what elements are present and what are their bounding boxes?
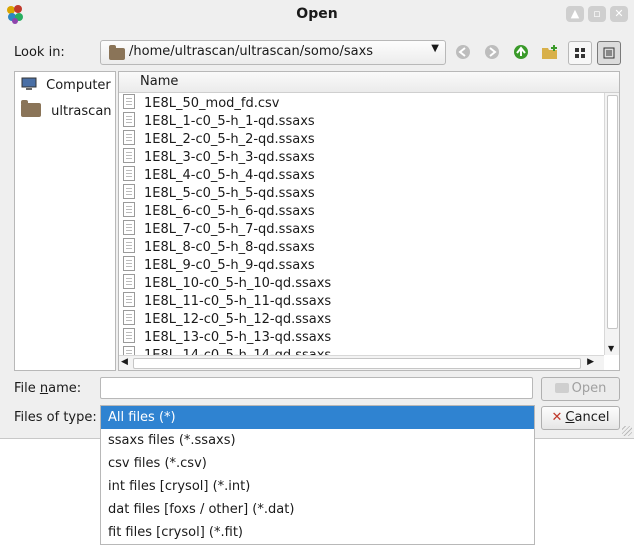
chevron-down-icon: ▼	[431, 43, 439, 54]
folder-icon	[21, 100, 41, 117]
scroll-down-icon[interactable]: ▼	[608, 344, 614, 353]
sidebar-item-label: ultrascan	[51, 104, 112, 119]
file-rows: 1E8L_50_mod_fd.csv 1E8L_1-c0_5-h_1-qd.ssa…	[119, 93, 604, 355]
file-list-item[interactable]: 1E8L_7-c0_5-h_7-qd.ssaxs	[123, 220, 315, 238]
horizontal-scroll-thumb[interactable]	[133, 358, 581, 369]
file-icon	[123, 94, 135, 109]
file-icon	[123, 112, 135, 127]
file-name: 1E8L_1-c0_5-h_1-qd.ssaxs	[144, 114, 315, 129]
file-type-option[interactable]: csv files (*.csv)	[101, 452, 534, 475]
file-icon	[123, 184, 135, 199]
file-icon	[123, 130, 135, 145]
cancel-icon: ✕	[551, 410, 563, 425]
file-name: 1E8L_7-c0_5-h_7-qd.ssaxs	[144, 222, 315, 237]
file-name: 1E8L_2-c0_5-h_2-qd.ssaxs	[144, 132, 315, 147]
files-of-type-dropdown[interactable]: All files (*) ssaxs files (*.ssaxs) csv fi…	[100, 405, 535, 545]
window-title: Open	[296, 6, 338, 22]
file-list-item[interactable]: 1E8L_3-c0_5-h_3-qd.ssaxs	[123, 148, 315, 166]
detail-view-icon[interactable]	[597, 41, 621, 65]
shade-icon[interactable]: ▲	[566, 6, 584, 22]
file-type-option[interactable]: All files (*)	[101, 406, 534, 429]
file-icon	[123, 148, 135, 163]
file-list-item[interactable]: 1E8L_50_mod_fd.csv	[123, 94, 279, 112]
file-icon	[123, 220, 135, 235]
sidebar-item-computer[interactable]: Computer	[21, 75, 111, 97]
new-folder-icon[interactable]	[539, 41, 561, 63]
name-column-header[interactable]: Name	[119, 72, 619, 93]
file-name: 1E8L_5-c0_5-h_5-qd.ssaxs	[144, 186, 315, 201]
files-of-type-label: Files of type:	[14, 410, 97, 425]
file-list-item[interactable]: 1E8L_14-c0_5-h_14-qd.ssaxs	[123, 346, 331, 355]
file-list-item[interactable]: 1E8L_8-c0_5-h_8-qd.ssaxs	[123, 238, 315, 256]
sidebar-item-ultrascan[interactable]: ultrascan	[21, 100, 112, 123]
file-icon	[123, 274, 135, 289]
scroll-right-icon[interactable]: ▶	[587, 357, 594, 367]
sidebar: Computer ultrascan	[14, 71, 116, 371]
file-icon	[123, 346, 135, 355]
file-list-item[interactable]: 1E8L_12-c0_5-h_12-qd.ssaxs	[123, 310, 331, 328]
computer-icon	[21, 77, 37, 90]
file-list-item[interactable]: 1E8L_6-c0_5-h_6-qd.ssaxs	[123, 202, 315, 220]
horizontal-scrollbar[interactable]: ◀ ▶	[119, 355, 604, 370]
file-icon	[123, 238, 135, 253]
file-type-option[interactable]: int files [crysol] (*.int)	[101, 475, 534, 498]
file-type-option[interactable]: fit files [crysol] (*.fit)	[101, 521, 534, 544]
close-icon[interactable]: ✕	[610, 6, 628, 22]
file-list[interactable]: Name 1E8L_50_mod_fd.csv 1E8L_1-c0_5-h_1-q…	[118, 71, 620, 371]
file-list-item[interactable]: 1E8L_1-c0_5-h_1-qd.ssaxs	[123, 112, 315, 130]
cancel-button[interactable]: ✕ Cancel	[541, 406, 620, 430]
open-folder-icon	[554, 383, 569, 393]
file-list-item[interactable]: 1E8L_4-c0_5-h_4-qd.ssaxs	[123, 166, 315, 184]
file-icon	[123, 166, 135, 181]
file-list-item[interactable]: 1E8L_9-c0_5-h_9-qd.ssaxs	[123, 256, 315, 274]
file-name: 1E8L_8-c0_5-h_8-qd.ssaxs	[144, 240, 315, 255]
file-name: 1E8L_11-c0_5-h_11-qd.ssaxs	[144, 294, 332, 309]
file-icon	[123, 256, 135, 271]
file-name: 1E8L_13-c0_5-h_13-qd.ssaxs	[144, 330, 332, 345]
file-name: 1E8L_4-c0_5-h_4-qd.ssaxs	[144, 168, 315, 183]
file-name: 1E8L_14-c0_5-h_14-qd.ssaxs	[144, 348, 331, 355]
file-icon	[123, 292, 135, 307]
maximize-icon[interactable]: ▫	[588, 6, 606, 22]
file-name: 1E8L_12-c0_5-h_12-qd.ssaxs	[144, 312, 332, 327]
file-name-label: File name:	[14, 381, 82, 396]
file-name: 1E8L_50_mod_fd.csv	[144, 96, 280, 111]
file-name: 1E8L_6-c0_5-h_6-qd.ssaxs	[144, 204, 315, 219]
open-button[interactable]: Open	[541, 377, 620, 401]
file-type-option[interactable]: ssaxs files (*.ssaxs)	[101, 429, 534, 452]
resize-grip[interactable]	[622, 426, 632, 436]
file-icon	[123, 310, 135, 325]
file-list-item[interactable]: 1E8L_10-c0_5-h_10-qd.ssaxs	[123, 274, 331, 292]
look-in-label: Look in:	[14, 45, 65, 60]
scroll-left-icon[interactable]: ◀	[121, 357, 128, 367]
forward-icon[interactable]	[481, 41, 503, 63]
file-name-input[interactable]	[100, 377, 533, 399]
look-in-combo[interactable]: /home/ultrascan/ultrascan/somo/saxs ▼	[100, 40, 446, 65]
file-icon	[123, 328, 135, 343]
file-list-item[interactable]: 1E8L_2-c0_5-h_2-qd.ssaxs	[123, 130, 315, 148]
vertical-scrollbar[interactable]: ▼	[604, 93, 619, 355]
file-list-item[interactable]: 1E8L_5-c0_5-h_5-qd.ssaxs	[123, 184, 315, 202]
sidebar-item-label: Computer	[46, 78, 111, 93]
file-icon	[123, 202, 135, 217]
folder-icon	[109, 45, 125, 60]
look-in-path: /home/ultrascan/ultrascan/somo/saxs	[129, 44, 374, 59]
file-name: 1E8L_9-c0_5-h_9-qd.ssaxs	[144, 258, 315, 273]
list-view-icon[interactable]	[568, 41, 592, 65]
vertical-scroll-thumb[interactable]	[607, 95, 618, 329]
back-icon[interactable]	[452, 41, 474, 63]
file-name: 1E8L_3-c0_5-h_3-qd.ssaxs	[144, 150, 315, 165]
title-bar: Open ▲ ▫ ✕	[0, 0, 634, 28]
file-list-item[interactable]: 1E8L_13-c0_5-h_13-qd.ssaxs	[123, 328, 331, 346]
open-dialog: Open ▲ ▫ ✕ Look in: /home/ultrascan/ultr…	[0, 0, 634, 439]
parent-dir-icon[interactable]	[510, 41, 532, 63]
file-name: 1E8L_10-c0_5-h_10-qd.ssaxs	[144, 276, 332, 291]
file-list-item[interactable]: 1E8L_11-c0_5-h_11-qd.ssaxs	[123, 292, 331, 310]
file-type-option[interactable]: dat files [foxs / other] (*.dat)	[101, 498, 534, 521]
